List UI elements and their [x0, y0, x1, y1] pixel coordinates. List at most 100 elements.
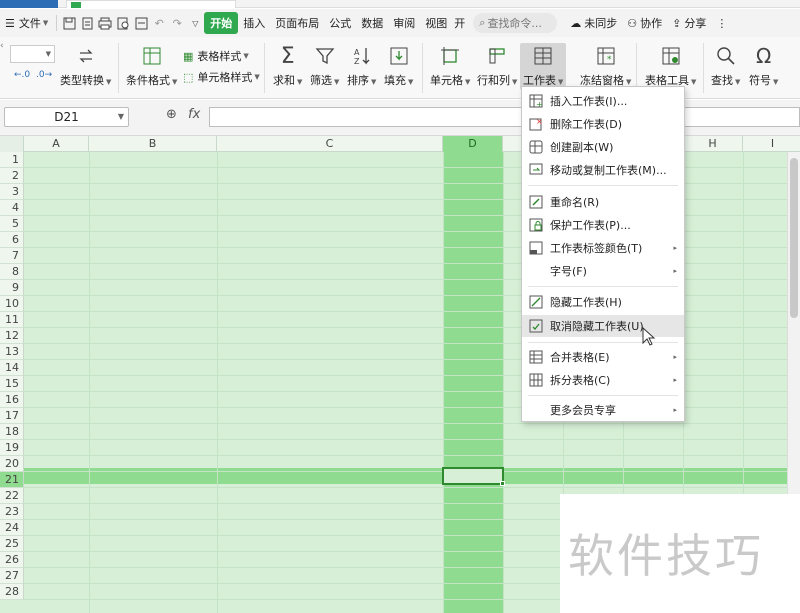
row-header-20[interactable]: 20: [0, 456, 24, 472]
file-menu[interactable]: ☰ 文件 ▼: [0, 12, 53, 34]
row-header-4[interactable]: 4: [0, 200, 24, 216]
row-header-10[interactable]: 10: [0, 296, 24, 312]
row-header-19[interactable]: 19: [0, 440, 24, 456]
fill-button[interactable]: 填充 ▼: [384, 43, 413, 88]
menu-rename[interactable]: 重命名(R): [522, 191, 684, 213]
fx-icon[interactable]: fx: [188, 107, 200, 122]
row-header-11[interactable]: 11: [0, 312, 24, 328]
zoom-icon[interactable]: ⊕: [166, 107, 177, 122]
tab-formulas[interactable]: 公式: [324, 12, 356, 34]
row-header-2[interactable]: 2: [0, 168, 24, 184]
menu-unhide-sheet[interactable]: 取消隐藏工作表(U): [522, 315, 684, 337]
number-format-select[interactable]: ▼: [10, 45, 55, 63]
sheet-doc-icon: [71, 2, 81, 8]
format-painter-icon[interactable]: [132, 14, 150, 32]
fill-handle[interactable]: [500, 481, 505, 486]
row-header-3[interactable]: 3: [0, 184, 24, 200]
active-cell-d21[interactable]: [442, 467, 505, 486]
search-input[interactable]: ⌕ 查找命令...: [473, 13, 558, 33]
row-header-5[interactable]: 5: [0, 216, 24, 232]
tab-insert[interactable]: 插入: [238, 12, 270, 34]
scrollbar-thumb[interactable]: [790, 158, 798, 318]
home-tab[interactable]: [0, 0, 58, 8]
menu-delete-sheet[interactable]: × 删除工作表(D): [522, 113, 684, 135]
row-col-icon: [484, 43, 510, 69]
cell-style-button[interactable]: ⬚ 单元格样式 ▼: [183, 69, 260, 85]
row-header-23[interactable]: 23: [0, 504, 24, 520]
sum-button[interactable]: Σ 求和 ▼: [273, 43, 302, 88]
formula-input[interactable]: [209, 107, 800, 127]
cell-button[interactable]: 单元格 ▼: [430, 43, 470, 88]
undo-icon[interactable]: ↶: [150, 14, 168, 32]
row-header-21[interactable]: 21: [0, 472, 24, 488]
menu-insert-sheet[interactable]: + 插入工作表(I)...: [522, 90, 684, 112]
worksheet-button[interactable]: 工作表 ▼: [520, 43, 567, 90]
menu-protect-sheet[interactable]: 保护工作表(P)...: [522, 214, 684, 236]
column-header-i[interactable]: I: [743, 136, 800, 152]
table-tools-button[interactable]: 表格工具 ▼: [645, 43, 696, 88]
row-header-9[interactable]: 9: [0, 280, 24, 296]
column-header-b[interactable]: B: [89, 136, 217, 152]
quick-access-dropdown-icon[interactable]: ▽: [186, 14, 204, 32]
menu-hide-sheet[interactable]: 隐藏工作表(H): [522, 291, 684, 313]
print-icon[interactable]: [96, 14, 114, 32]
menu-create-copy[interactable]: 创建副本(W): [522, 136, 684, 158]
row-header-25[interactable]: 25: [0, 536, 24, 552]
row-col-button[interactable]: 行和列 ▼: [477, 43, 517, 88]
tab-page-layout[interactable]: 页面布局: [270, 12, 324, 34]
conditional-format-button[interactable]: 条件格式 ▼: [126, 43, 177, 88]
row-header-16[interactable]: 16: [0, 392, 24, 408]
export-pdf-icon[interactable]: [78, 14, 96, 32]
redo-icon[interactable]: ↷: [168, 14, 186, 32]
row-header-12[interactable]: 12: [0, 328, 24, 344]
symbol-button[interactable]: Ω 符号 ▼: [749, 43, 778, 88]
menu-move-copy-sheet[interactable]: 移动或复制工作表(M)...: [522, 159, 684, 181]
row-header-13[interactable]: 13: [0, 344, 24, 360]
tab-home[interactable]: 开始: [204, 12, 239, 34]
find-button[interactable]: 查找 ▼: [711, 43, 740, 88]
document-tab[interactable]: [66, 0, 236, 8]
tab-review[interactable]: 审阅: [388, 12, 420, 34]
row-header-1[interactable]: 1: [0, 152, 24, 168]
row-header-18[interactable]: 18: [0, 424, 24, 440]
column-header-c[interactable]: C: [217, 136, 443, 152]
sort-button[interactable]: AZ 排序 ▼: [347, 43, 376, 88]
menu-merge-tables[interactable]: 合并表格(E) ▸: [522, 346, 684, 368]
row-header-27[interactable]: 27: [0, 568, 24, 584]
row-header-14[interactable]: 14: [0, 360, 24, 376]
save-icon[interactable]: [60, 14, 78, 32]
type-convert-button[interactable]: 类型转换 ▼: [60, 43, 111, 88]
row-header-26[interactable]: 26: [0, 552, 24, 568]
column-header-a[interactable]: A: [24, 136, 89, 152]
tab-view[interactable]: 视图: [420, 12, 452, 34]
sync-button[interactable]: ☁ 未同步: [565, 12, 622, 34]
menu-tab-color[interactable]: 工作表标签颜色(T) ▸: [522, 237, 684, 259]
menu-split-table[interactable]: 拆分表格(C) ▸: [522, 369, 684, 391]
tab-developer[interactable]: 开: [452, 12, 467, 34]
decrease-decimal-button[interactable]: .0→: [36, 70, 52, 80]
row-header-15[interactable]: 15: [0, 376, 24, 392]
menu-font-size[interactable]: 字号(F) ▸: [522, 260, 684, 282]
row-header-24[interactable]: 24: [0, 520, 24, 536]
ribbon-scroll-left-icon[interactable]: ‹: [0, 41, 4, 51]
table-style-button[interactable]: ▦ 表格样式 ▼: [183, 48, 249, 64]
more-icon[interactable]: ⋮: [711, 12, 732, 34]
row-header-22[interactable]: 22: [0, 488, 24, 504]
share-button[interactable]: ⇪ 分享: [667, 12, 711, 34]
cell-reference-box[interactable]: D21 ▼: [4, 107, 129, 127]
menu-more-vip[interactable]: 更多会员专享 ▸: [522, 399, 684, 421]
row-header-7[interactable]: 7: [0, 248, 24, 264]
row-header-17[interactable]: 17: [0, 408, 24, 424]
column-header-h[interactable]: H: [683, 136, 743, 152]
freeze-panes-button[interactable]: * 冻结窗格 ▼: [580, 43, 631, 88]
collab-button[interactable]: ⚇ 协作: [622, 12, 667, 34]
select-all-corner[interactable]: [0, 136, 24, 152]
filter-button[interactable]: 筛选 ▼: [310, 43, 339, 88]
row-header-28[interactable]: 28: [0, 584, 24, 600]
increase-decimal-button[interactable]: ←.0: [14, 70, 30, 80]
print-preview-icon[interactable]: [114, 14, 132, 32]
row-header-8[interactable]: 8: [0, 264, 24, 280]
column-header-d[interactable]: D: [443, 136, 503, 152]
row-header-6[interactable]: 6: [0, 232, 24, 248]
tab-data[interactable]: 数据: [356, 12, 388, 34]
